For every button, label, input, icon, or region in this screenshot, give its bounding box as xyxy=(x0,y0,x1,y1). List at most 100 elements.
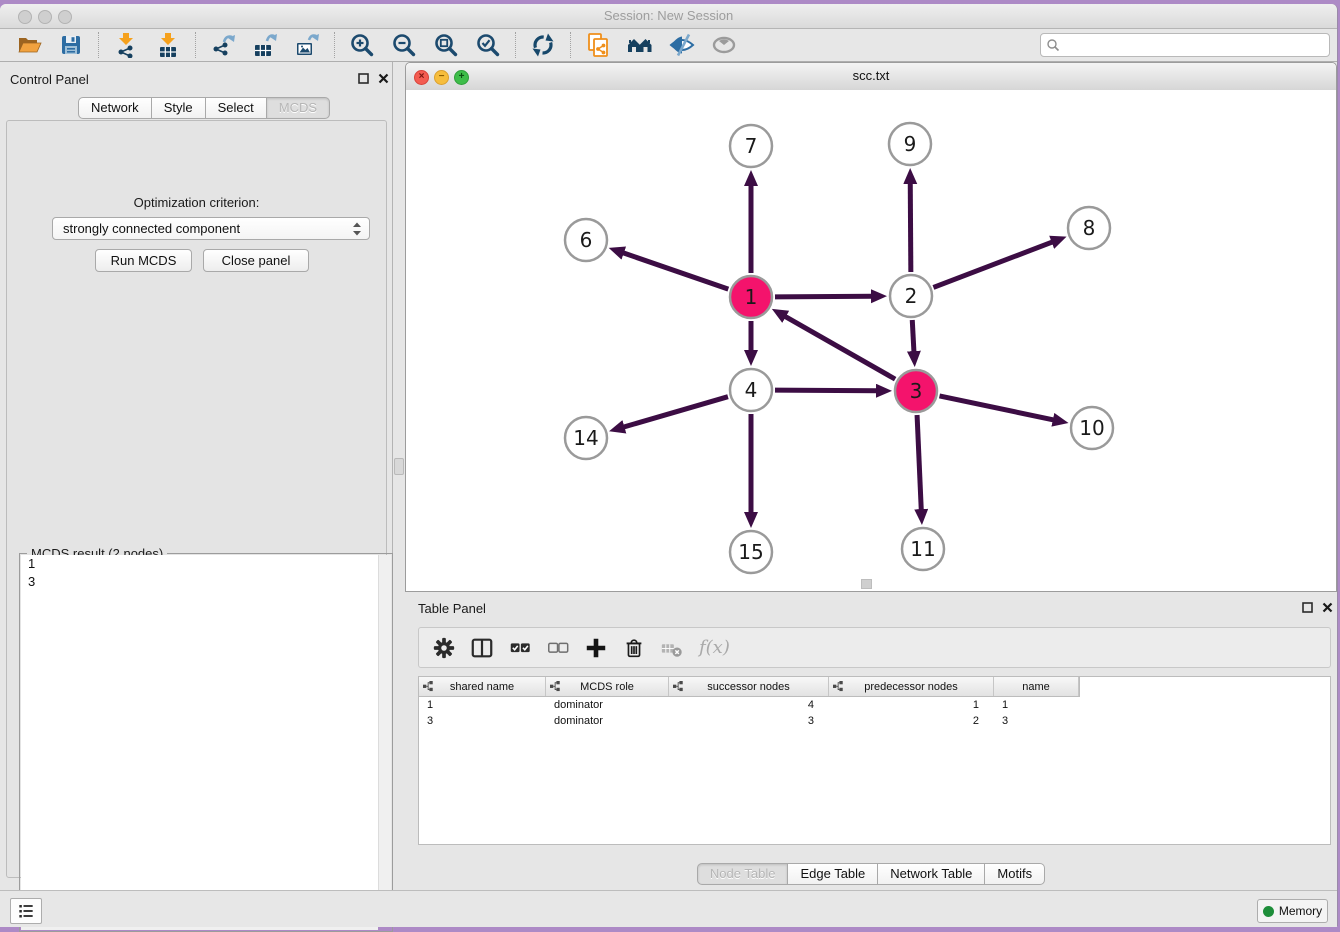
search-input[interactable] xyxy=(1065,35,1329,55)
column-label: predecessor nodes xyxy=(864,681,958,693)
memory-button[interactable]: Memory xyxy=(1257,899,1328,923)
close-panel-button[interactable]: Close panel xyxy=(203,249,309,272)
task-history-button[interactable] xyxy=(10,898,42,924)
create-column-button[interactable] xyxy=(581,634,611,662)
delete-column-button[interactable] xyxy=(619,634,649,662)
tab-select[interactable]: Select xyxy=(206,97,267,119)
graph-edge-4-3[interactable] xyxy=(775,390,878,391)
open-session-button[interactable] xyxy=(15,31,43,59)
select-all-rows-button[interactable] xyxy=(505,634,535,662)
close-panel-icon[interactable] xyxy=(378,73,389,84)
mcds-result-list[interactable]: 13 xyxy=(21,555,378,917)
save-session-button[interactable] xyxy=(57,31,85,59)
table-toolbar: f(x) xyxy=(418,627,1331,668)
graph-edge-1-6[interactable] xyxy=(622,252,728,289)
graph-edge-2-3[interactable] xyxy=(912,320,914,353)
graph-edge-2-9[interactable] xyxy=(910,182,911,272)
search-field[interactable] xyxy=(1040,33,1330,57)
column-header-predecessor-nodes[interactable]: predecessor nodes xyxy=(829,677,994,696)
network-titlebar[interactable]: × − + scc.txt xyxy=(406,63,1336,91)
open-folder-icon xyxy=(16,32,42,58)
graph-node-14[interactable]: 14 xyxy=(565,417,607,459)
canvas-scroll-nub[interactable] xyxy=(861,579,872,589)
column-header-name[interactable]: name xyxy=(994,677,1079,696)
graph-node-10[interactable]: 10 xyxy=(1071,407,1113,449)
graph-edge-4-14[interactable] xyxy=(622,397,727,428)
annotations-button[interactable] xyxy=(710,31,738,59)
zoom-selected-button[interactable] xyxy=(474,31,502,59)
status-bar: Memory xyxy=(0,890,1337,927)
tab-network[interactable]: Network xyxy=(78,97,152,119)
graph-edge-3-11[interactable] xyxy=(917,415,921,511)
tab-node-table[interactable]: Node Table xyxy=(697,863,789,885)
graph-edge-3-10[interactable] xyxy=(939,396,1054,420)
zoom-in-button[interactable] xyxy=(348,31,376,59)
graph-node-7[interactable]: 7 xyxy=(730,125,772,167)
table-cell: 3 xyxy=(668,713,828,729)
run-mcds-button[interactable]: Run MCDS xyxy=(95,249,192,272)
import-table-button[interactable] xyxy=(154,31,182,59)
export-network-button[interactable] xyxy=(209,31,237,59)
show-columns-button[interactable] xyxy=(467,634,497,662)
graph-edge-3-1[interactable] xyxy=(784,316,895,379)
graph-node-3[interactable]: 3 xyxy=(895,370,937,412)
main-titlebar[interactable]: Session: New Session xyxy=(0,4,1337,29)
network-canvas[interactable]: 7 9 6 8 1 2 4 3 14 10 15 11 xyxy=(406,90,1336,591)
memory-label: Memory xyxy=(1279,904,1322,918)
tab-style[interactable]: Style xyxy=(152,97,206,119)
graph-node-15[interactable]: 15 xyxy=(730,531,772,573)
deselect-all-icon xyxy=(546,636,570,660)
table-settings-button[interactable] xyxy=(429,634,459,662)
mcds-result-item[interactable]: 3 xyxy=(21,573,378,591)
zoom-out-button[interactable] xyxy=(390,31,418,59)
table-row[interactable]: 3dominator323 xyxy=(418,713,1078,729)
apply-layout-button[interactable] xyxy=(529,31,557,59)
function-builder-button[interactable]: f(x) xyxy=(699,637,730,658)
table-cell: 3 xyxy=(418,713,545,729)
table-cell: 1 xyxy=(418,697,545,713)
tab-network-table[interactable]: Network Table xyxy=(878,863,985,885)
delete-table-button[interactable] xyxy=(657,634,687,662)
tab-mcds[interactable]: MCDS xyxy=(267,97,330,119)
export-image-button[interactable] xyxy=(293,31,321,59)
deselect-all-rows-button[interactable] xyxy=(543,634,573,662)
graph-node-1[interactable]: 1 xyxy=(730,276,772,318)
mcds-result-item[interactable]: 1 xyxy=(21,555,378,573)
panel-splitter-handle[interactable] xyxy=(394,458,404,475)
graph-edge-1-2[interactable] xyxy=(775,296,873,297)
column-header-shared-name[interactable]: shared name xyxy=(419,677,546,696)
graphics-details-button[interactable] xyxy=(668,31,696,59)
export-table-button[interactable] xyxy=(251,31,279,59)
table-cell: 3 xyxy=(993,713,1078,729)
graph-node-11[interactable]: 11 xyxy=(902,528,944,570)
graph-node-8[interactable]: 8 xyxy=(1068,207,1110,249)
zoom-fit-button[interactable] xyxy=(432,31,460,59)
save-icon xyxy=(58,32,84,58)
network-from-file-button[interactable] xyxy=(584,31,612,59)
result-vertical-scrollbar[interactable] xyxy=(378,555,391,917)
close-table-panel-icon[interactable] xyxy=(1322,602,1333,613)
svg-text:6: 6 xyxy=(580,228,593,252)
graph-node-6[interactable]: 6 xyxy=(565,219,607,261)
import-network-button[interactable] xyxy=(112,31,140,59)
tab-motifs[interactable]: Motifs xyxy=(985,863,1045,885)
optimization-value: strongly connected component xyxy=(63,221,240,236)
graph-node-4[interactable]: 4 xyxy=(730,369,772,411)
columns-icon xyxy=(470,636,494,660)
column-sort-icon xyxy=(673,681,684,692)
import-network-icon xyxy=(113,32,139,58)
graph-edge-2-8[interactable] xyxy=(933,242,1053,288)
graph-node-9[interactable]: 9 xyxy=(889,123,931,165)
column-header-mcds-role[interactable]: MCDS role xyxy=(546,677,669,696)
table-row[interactable]: 1dominator411 xyxy=(418,697,1078,713)
column-label: successor nodes xyxy=(707,681,790,693)
float-table-panel-icon[interactable] xyxy=(1302,602,1313,613)
tab-edge-table[interactable]: Edge Table xyxy=(788,863,878,885)
network-view-window: × − + scc.txt 7 9 6 8 1 2 4 3 14 10 15 11 xyxy=(405,62,1337,592)
column-header-successor-nodes[interactable]: successor nodes xyxy=(669,677,829,696)
optimization-select[interactable]: strongly connected component xyxy=(52,217,370,240)
welcome-screen-button[interactable] xyxy=(626,31,654,59)
optimization-label: Optimization criterion: xyxy=(7,195,386,210)
graph-node-2[interactable]: 2 xyxy=(890,275,932,317)
float-panel-icon[interactable] xyxy=(358,73,369,84)
